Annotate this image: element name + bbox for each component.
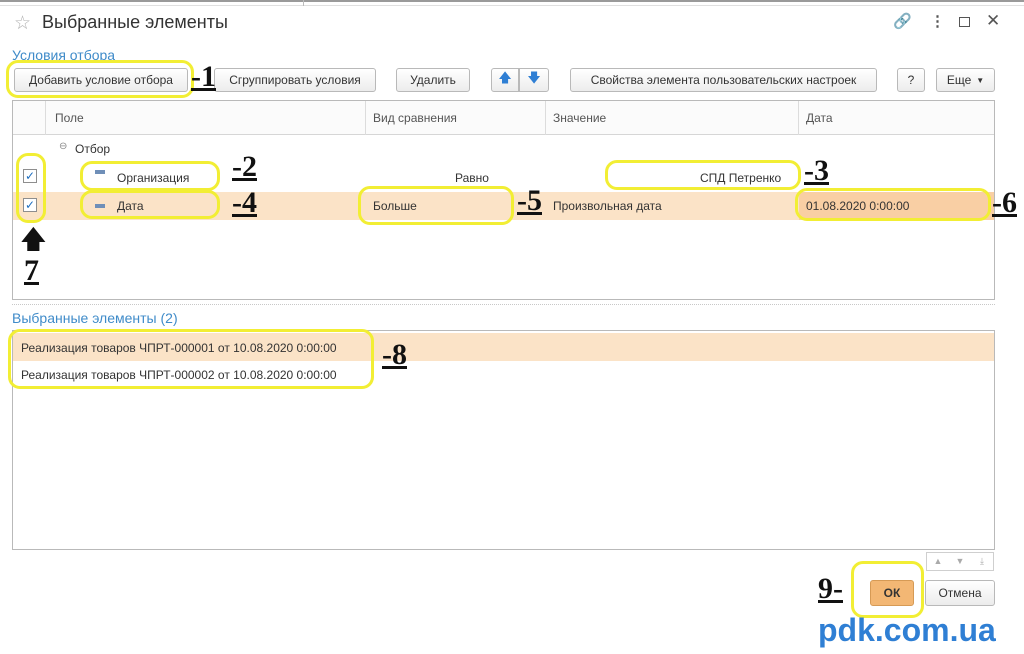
collapse-icon[interactable]: ⊖ — [59, 141, 67, 152]
close-icon[interactable]: ✕ — [986, 11, 1000, 31]
arrow-down-icon: 🡇 — [527, 70, 541, 85]
more-menu-button[interactable]: Еще ▼ — [936, 68, 995, 92]
highlight-ok — [851, 561, 924, 618]
header-comparison[interactable]: Вид сравнения — [373, 111, 457, 125]
comparison-cell: Равно — [455, 171, 489, 185]
annotation-8: -8 — [382, 338, 407, 371]
highlight-value — [605, 160, 801, 190]
user-settings-properties-button[interactable]: Свойства элемента пользовательских настр… — [570, 68, 877, 92]
splitter[interactable] — [12, 304, 995, 305]
more-label: Еще — [946, 73, 972, 87]
annotation-4: -4 — [232, 186, 257, 219]
column-divider — [45, 101, 46, 135]
highlight-date-field — [80, 190, 220, 219]
arrow-up-icon: 🡅 — [498, 70, 512, 85]
highlight-add-condition — [6, 60, 194, 98]
annotation-7: 7 — [24, 254, 39, 287]
group-row[interactable]: ⊖ Отбор — [13, 135, 994, 161]
header-date[interactable]: Дата — [806, 111, 833, 125]
annotation-9: 9- — [818, 572, 843, 605]
help-button[interactable]: ? — [897, 68, 925, 92]
highlight-organization — [80, 161, 220, 191]
arrow-up-icon: 🡅 — [20, 224, 47, 254]
scroll-last-icon[interactable]: ⤓ — [971, 553, 993, 570]
header-value[interactable]: Значение — [553, 111, 606, 125]
table-header: Поле Вид сравнения Значение Дата — [13, 101, 994, 135]
delete-button[interactable]: Удалить — [396, 68, 470, 92]
list-navigation: ▲ ▼ ⤓ — [926, 552, 994, 571]
top-border-inner — [0, 5, 1024, 6]
column-divider — [798, 101, 799, 135]
annotation-2: -2 — [232, 150, 257, 183]
watermark: pdk.com.ua — [818, 612, 996, 648]
cancel-button[interactable]: Отмена — [925, 580, 995, 606]
top-divider — [303, 0, 304, 6]
top-border — [0, 0, 1024, 2]
highlight-comparison — [358, 186, 514, 225]
header-field[interactable]: Поле — [55, 111, 84, 125]
chevron-down-icon: ▼ — [976, 75, 985, 85]
selected-section-title: Выбранные элементы (2) — [12, 310, 178, 326]
scroll-down-icon[interactable]: ▼ — [949, 553, 971, 570]
group-conditions-button[interactable]: Сгруппировать условия — [214, 68, 376, 92]
move-up-button[interactable]: 🡅 — [491, 68, 519, 92]
highlight-date-value — [795, 188, 991, 221]
annotation-1: -1 — [191, 60, 216, 93]
window-title: Выбранные элементы — [42, 12, 228, 32]
value-cell: Произвольная дата — [553, 199, 662, 213]
highlight-checkboxes — [16, 153, 46, 223]
highlight-selected-items — [8, 329, 374, 389]
scroll-first-icon[interactable]: ▲ — [927, 553, 949, 570]
move-down-button[interactable]: 🡇 — [519, 68, 549, 92]
link-icon[interactable]: 🔗 — [893, 12, 912, 30]
group-label: Отбор — [75, 142, 111, 156]
maximize-icon[interactable] — [959, 17, 970, 27]
more-vert-icon[interactable]: ⋮ — [930, 12, 945, 30]
annotation-5: -5 — [517, 184, 542, 217]
column-divider — [365, 101, 366, 135]
annotation-6: -6 — [992, 186, 1017, 219]
column-divider — [545, 101, 546, 135]
favorite-star-icon[interactable]: ☆ — [14, 12, 31, 35]
annotation-3: -3 — [804, 154, 829, 187]
